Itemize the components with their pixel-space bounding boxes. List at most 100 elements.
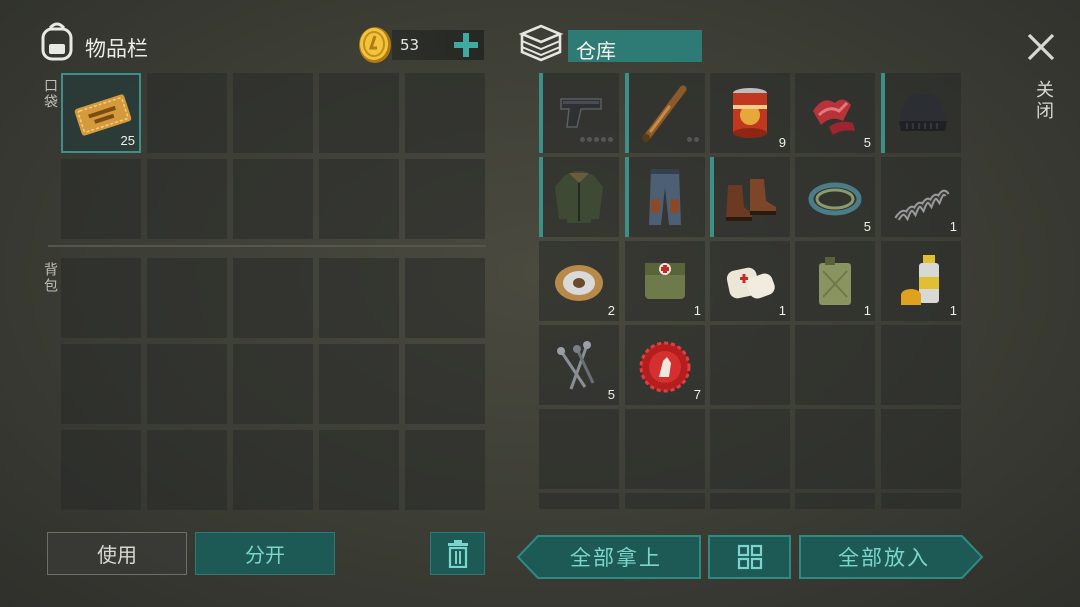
storage-slot[interactable] [795,325,875,405]
item-count: 9 [778,135,786,150]
pocket-slot[interactable] [61,159,141,239]
backpack-slot[interactable] [405,344,485,424]
storage-slot-pistol[interactable] [539,73,619,153]
storage-slot-medkit-bag[interactable]: 1 [625,241,705,321]
pocket-slot[interactable] [147,73,227,153]
storage-slot[interactable] [710,493,790,509]
storage-slot-boots[interactable] [710,157,790,237]
storage-slot[interactable] [625,409,705,489]
storage-icon [518,22,564,62]
split-button[interactable]: 分开 [195,532,335,575]
storage-slot-baseball-bat[interactable] [625,73,705,153]
backpack-slot[interactable] [147,344,227,424]
backpack-slot[interactable] [233,430,313,510]
storage-slot-jerrycan[interactable]: 1 [795,241,875,321]
beanie-icon [899,93,947,131]
backpack-slot[interactable] [61,344,141,424]
pocket-slot[interactable] [319,73,399,153]
backpack-icon [38,20,76,62]
backpack-label: 背包 [42,262,58,294]
backpack-slot[interactable] [233,258,313,338]
item-count: 5 [863,219,871,234]
storage-slot-bandage[interactable]: 1 [710,241,790,321]
storage-slot[interactable] [539,409,619,489]
storage-slot-nails[interactable]: 5 [539,325,619,405]
item-count: 25 [120,133,135,148]
storage-slot-spray-paint[interactable]: 1 [881,241,961,321]
storage-slot[interactable] [881,409,961,489]
put-all-button[interactable]: 全部放入 [798,535,984,579]
backpack-slot[interactable] [147,430,227,510]
section-divider [48,245,486,247]
ammo-dots [578,127,613,146]
storage-slot[interactable] [710,409,790,489]
add-currency-button[interactable] [452,31,480,59]
jerrycan-icon [819,257,851,305]
storage-slot[interactable] [881,325,961,405]
backpack-slot[interactable] [61,430,141,510]
durability-dots [685,127,699,146]
put-all-label: 全部放入 [838,546,930,570]
backpack-slot[interactable] [319,430,399,510]
medkit-bag-icon [645,263,685,299]
pocket-slot[interactable] [233,73,313,153]
storage-slot[interactable] [881,493,961,509]
pocket-slot-coupon[interactable]: 25 [61,73,141,153]
backpack-slot[interactable] [405,258,485,338]
storage-slot[interactable] [710,325,790,405]
pants-icon [649,169,681,225]
trash-icon [447,539,468,568]
pocket-slot[interactable] [233,159,313,239]
storage-slot-jacket[interactable] [539,157,619,237]
currency-amount: 53 [400,36,420,54]
backpack-slot[interactable] [319,258,399,338]
storage-slot-bottle-cap[interactable]: 7 [625,325,705,405]
pocket-slot[interactable] [405,159,485,239]
storage-slot-raw-meat[interactable]: 5 [795,73,875,153]
storage-slot-canned-food[interactable]: 9 [710,73,790,153]
storage-slot-beanie[interactable] [881,73,961,153]
pocket-slot[interactable] [147,159,227,239]
split-button-label: 分开 [245,543,285,567]
storage-slot-wire-spool[interactable]: 2 [539,241,619,321]
equip-tag [539,73,543,153]
storage-slot-pants[interactable] [625,157,705,237]
sort-grid-button[interactable] [708,535,791,579]
equip-tag [710,157,714,237]
storage-slot-rope[interactable]: 5 [795,157,875,237]
backpack-slot[interactable] [233,344,313,424]
inventory-title: 物品栏 [85,37,148,61]
storage-slot-spring[interactable]: 1 [881,157,961,237]
use-button[interactable]: 使用 [47,532,187,575]
bottle-cap-icon [639,341,691,393]
backpack-slot[interactable] [147,258,227,338]
grid-icon [737,544,762,570]
plus-icon [454,33,478,57]
bandage-icon [726,267,775,299]
equip-tag [881,73,885,153]
pocket-label: 口袋 [42,78,58,110]
take-all-label: 全部拿上 [570,546,662,570]
storage-title: 仓库 [576,39,616,63]
pocket-slot[interactable] [405,73,485,153]
jacket-icon [555,171,603,223]
trash-button[interactable] [430,532,485,575]
item-count: 5 [863,135,871,150]
pocket-slot[interactable] [319,159,399,239]
backpack-slot[interactable] [61,258,141,338]
close-button[interactable] [1024,30,1058,64]
boots-icon [726,179,776,221]
close-label[interactable]: 关闭 [1030,80,1056,122]
take-all-button[interactable]: 全部拿上 [516,535,702,579]
storage-slot[interactable] [625,493,705,509]
raw-meat-icon [813,99,855,135]
backpack-slot[interactable] [319,344,399,424]
storage-slot[interactable] [795,409,875,489]
item-count: 7 [693,387,701,402]
item-count: 1 [949,303,957,318]
storage-slot[interactable] [795,493,875,509]
coin-icon[interactable] [357,26,393,64]
item-count: 1 [863,303,871,318]
storage-slot[interactable] [539,493,619,509]
backpack-slot[interactable] [405,430,485,510]
